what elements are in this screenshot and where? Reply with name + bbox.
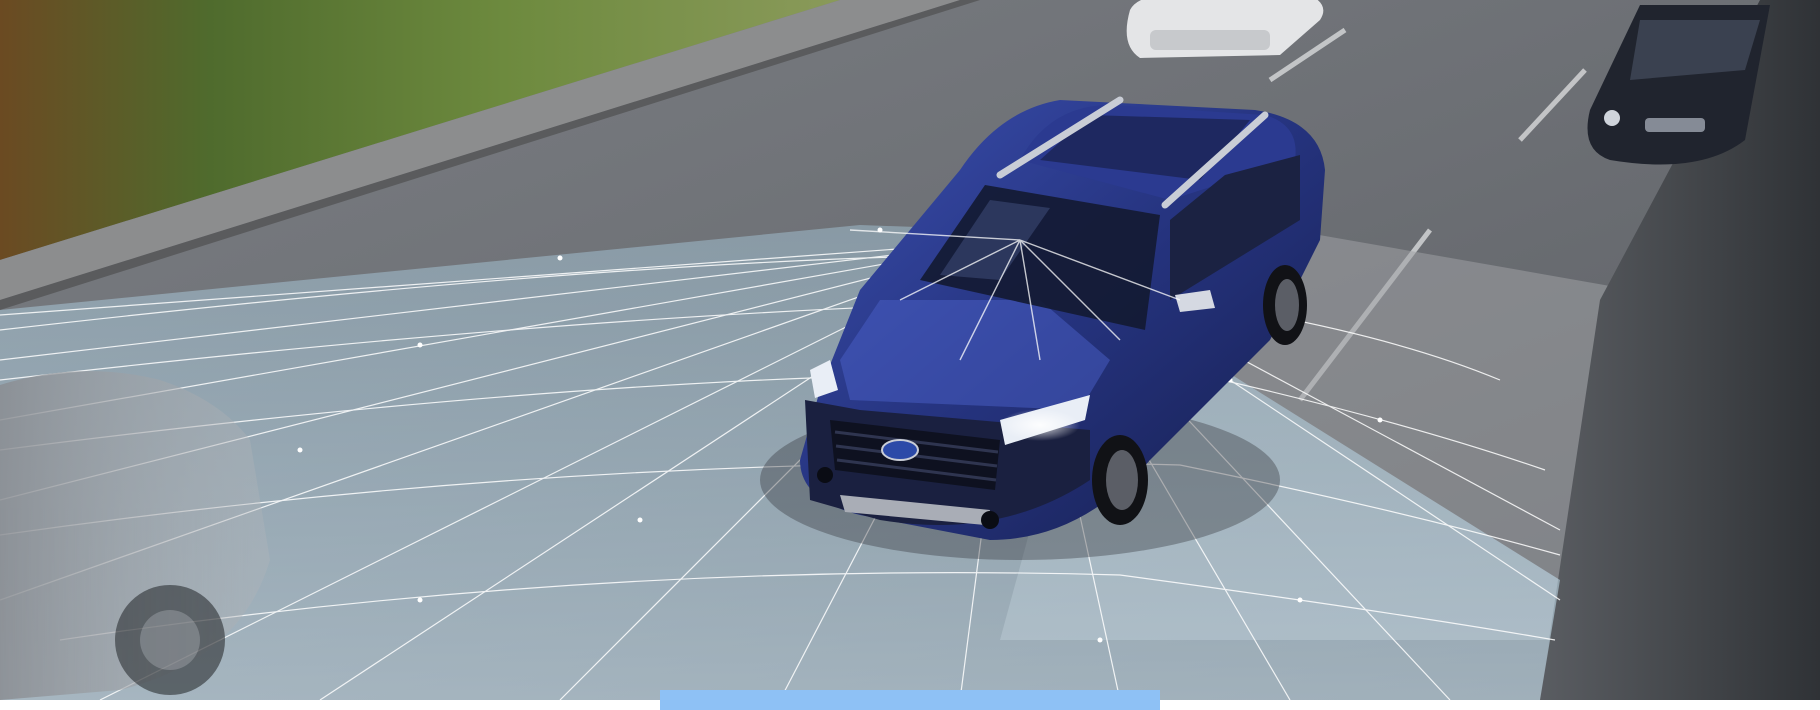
hero-photo (0, 0, 1820, 700)
accent-bar (660, 690, 1160, 710)
hero-illustration (0, 0, 1820, 700)
